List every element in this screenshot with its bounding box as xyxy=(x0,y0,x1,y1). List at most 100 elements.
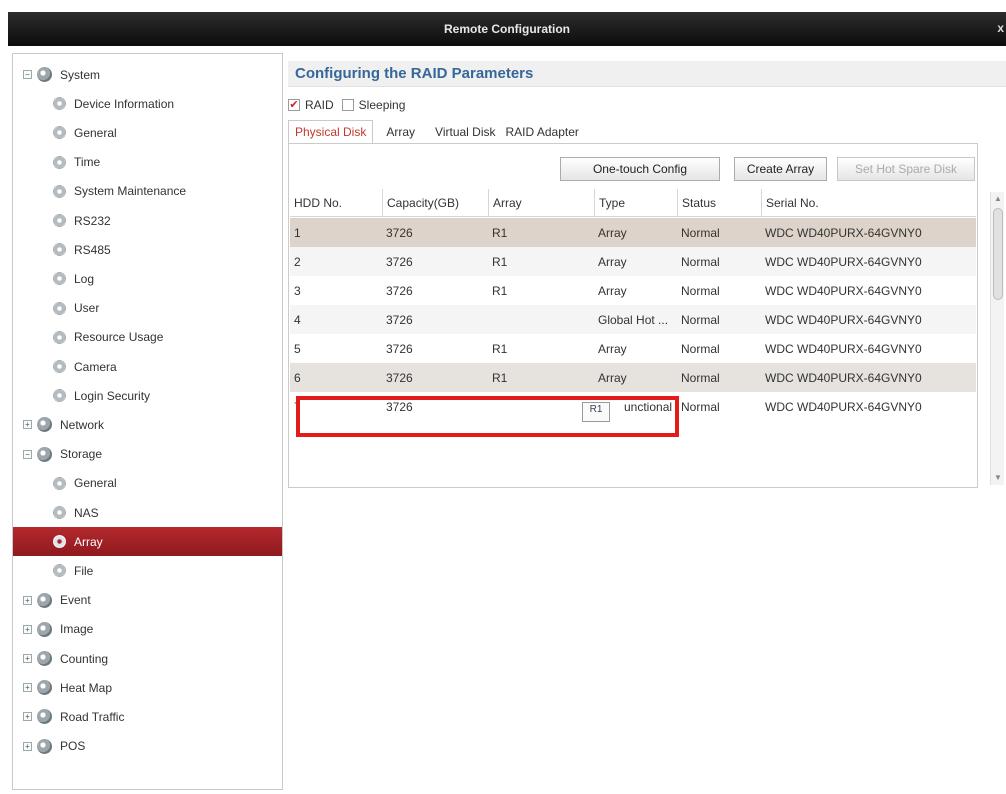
col-type[interactable]: Type xyxy=(594,189,677,217)
cell-type: Array xyxy=(598,370,627,385)
create-array-button[interactable]: Create Array xyxy=(734,157,827,181)
sidebar-item-label: Log xyxy=(74,271,95,286)
sidebar-group-heat-map[interactable]: + Heat Map xyxy=(13,673,282,702)
sidebar-group-road-traffic[interactable]: + Road Traffic xyxy=(13,702,282,731)
sidebar-item-rs232[interactable]: RS232 xyxy=(13,206,282,235)
sidebar-item-general[interactable]: General xyxy=(13,469,282,498)
sidebar-item-user[interactable]: User xyxy=(13,294,282,323)
globe-icon xyxy=(37,651,52,666)
table-row[interactable]: 7 3726 unctional Normal WDC WD40PURX-64GVNY0 xyxy=(290,392,976,421)
one-touch-config-button[interactable]: One-touch Config xyxy=(560,157,720,181)
expand-icon[interactable]: + xyxy=(23,595,32,605)
expand-icon[interactable]: + xyxy=(23,420,32,430)
collapse-icon[interactable]: − xyxy=(23,449,32,459)
expand-icon[interactable]: + xyxy=(23,712,32,722)
cell-serial: WDC WD40PURX-64GVNY0 xyxy=(765,283,922,298)
sidebar-item-log[interactable]: Log xyxy=(13,264,282,293)
globe-icon xyxy=(37,67,52,82)
sidebar-item-file[interactable]: File xyxy=(13,556,282,585)
cell-serial: WDC WD40PURX-64GVNY0 xyxy=(765,254,922,269)
sidebar-item-label: RS485 xyxy=(74,242,111,257)
expand-icon[interactable]: + xyxy=(23,654,32,663)
sidebar-group-event[interactable]: + Event xyxy=(13,586,282,615)
cell-type: Array xyxy=(598,283,627,298)
table-row[interactable]: 6 3726 R1 Array Normal WDC WD40PURX-64GVNY0 xyxy=(290,363,976,392)
set-hot-spare-button[interactable]: Set Hot Spare Disk xyxy=(837,157,975,181)
col-capacity[interactable]: Capacity(GB) xyxy=(382,189,488,217)
col-status[interactable]: Status xyxy=(677,189,761,217)
sidebar-group-pos[interactable]: + POS xyxy=(13,732,282,761)
sidebar-item-label: General xyxy=(74,476,117,491)
gear-icon xyxy=(53,126,66,140)
tab-array[interactable]: Array xyxy=(373,120,428,144)
cell-capacity: 3726 xyxy=(386,254,413,269)
sidebar-item-label: Image xyxy=(60,622,94,637)
sidebar-item-resource-usage[interactable]: Resource Usage xyxy=(13,323,282,352)
gear-icon xyxy=(53,506,66,519)
sidebar-item-label: Device Information xyxy=(74,96,175,111)
sidebar-item-device-information[interactable]: Device Information xyxy=(13,89,282,118)
table-row[interactable]: 5 3726 R1 Array Normal WDC WD40PURX-64GVNY0 xyxy=(290,334,976,363)
cell-hdd-no: 3 xyxy=(294,283,301,298)
close-icon[interactable]: x xyxy=(997,21,1004,35)
main-panel: Configuring the RAID Parameters ✔ RAID S… xyxy=(288,53,1006,790)
table-row[interactable]: 4 3726 Global Hot ... Normal WDC WD40PURX-64… xyxy=(290,305,976,334)
collapse-icon[interactable]: − xyxy=(23,70,32,79)
expand-icon[interactable]: + xyxy=(23,683,32,693)
sidebar-group-network[interactable]: + Network xyxy=(13,410,282,439)
raid-checkbox[interactable]: ✔ RAID xyxy=(288,98,334,112)
sidebar-item-label: User xyxy=(74,301,100,316)
row7-array-dropdown[interactable]: R1 xyxy=(582,402,610,422)
table-row[interactable]: 1 3726 R1 Array Normal WDC WD40PURX-64GVNY0 xyxy=(290,218,976,247)
cell-capacity: 3726 xyxy=(386,370,413,385)
cell-capacity: 3726 xyxy=(386,312,413,327)
cell-capacity: 3726 xyxy=(386,225,413,240)
raid-checkbox-label: RAID xyxy=(305,98,334,112)
sidebar-item-camera[interactable]: Camera xyxy=(13,352,282,381)
col-serial[interactable]: Serial No. xyxy=(761,189,961,217)
sidebar-item-general[interactable]: General xyxy=(13,118,282,147)
globe-icon xyxy=(37,738,52,754)
tab-raid-adapter[interactable]: RAID Adapter xyxy=(499,120,586,144)
sidebar-item-label: System Maintenance xyxy=(74,184,187,199)
sidebar-item-label: Counting xyxy=(60,651,109,666)
cell-status: Normal xyxy=(681,283,720,298)
sidebar-item-login-security[interactable]: Login Security xyxy=(13,381,282,410)
sidebar-item-time[interactable]: Time xyxy=(13,148,282,177)
table-row[interactable]: 2 3726 R1 Array Normal WDC WD40PURX-64GVNY0 xyxy=(290,247,976,276)
sidebar-item-array[interactable]: Array xyxy=(13,527,282,557)
table-header: HDD No. Capacity(GB) Array Type Status S… xyxy=(290,189,976,217)
expand-icon[interactable]: + xyxy=(23,624,32,634)
sidebar-item-label: Road Traffic xyxy=(60,709,125,724)
sidebar-item-rs485[interactable]: RS485 xyxy=(13,235,282,264)
scrollbar-thumb[interactable] xyxy=(993,208,1003,300)
scroll-up-icon[interactable]: ▲ xyxy=(991,192,1005,206)
gear-icon xyxy=(53,272,66,286)
table-row[interactable]: 3 3726 R1 Array Normal WDC WD40PURX-64GVNY0 xyxy=(290,276,976,305)
sidebar-item-system-maintenance[interactable]: System Maintenance xyxy=(13,177,282,206)
sleeping-checkbox-label: Sleeping xyxy=(358,98,406,112)
expand-icon[interactable]: + xyxy=(23,741,32,751)
sidebar-group-image[interactable]: + Image xyxy=(13,615,282,644)
col-hdd-no[interactable]: HDD No. xyxy=(290,189,382,217)
gear-icon xyxy=(53,535,66,549)
sidebar-item-nas[interactable]: NAS xyxy=(13,498,282,527)
sleeping-checkbox[interactable]: Sleeping xyxy=(341,98,406,112)
cell-capacity: 3726 xyxy=(386,283,413,298)
cell-hdd-no: 5 xyxy=(294,341,301,356)
cell-status: Normal xyxy=(681,312,720,327)
cell-serial: WDC WD40PURX-64GVNY0 xyxy=(765,312,922,327)
tab-virtual-disk[interactable]: Virtual Disk xyxy=(428,120,498,144)
scroll-down-icon[interactable]: ▼ xyxy=(991,471,1005,485)
sidebar-group-storage[interactable]: − Storage xyxy=(13,440,282,469)
tab-physical-disk[interactable]: Physical Disk xyxy=(288,120,374,144)
gear-icon xyxy=(53,360,66,373)
sidebar-group-counting[interactable]: + Counting xyxy=(13,644,282,673)
raid-checkbox-box[interactable]: ✔ xyxy=(288,99,300,111)
sidebar-item-label: RS232 xyxy=(74,213,111,228)
col-array[interactable]: Array xyxy=(488,189,594,217)
cell-hdd-no: 1 xyxy=(294,225,301,240)
sleeping-checkbox-box[interactable] xyxy=(341,99,354,111)
table-scrollbar[interactable]: ▲ ▼ xyxy=(990,192,1004,485)
sidebar-group-system[interactable]: − System xyxy=(13,60,282,89)
